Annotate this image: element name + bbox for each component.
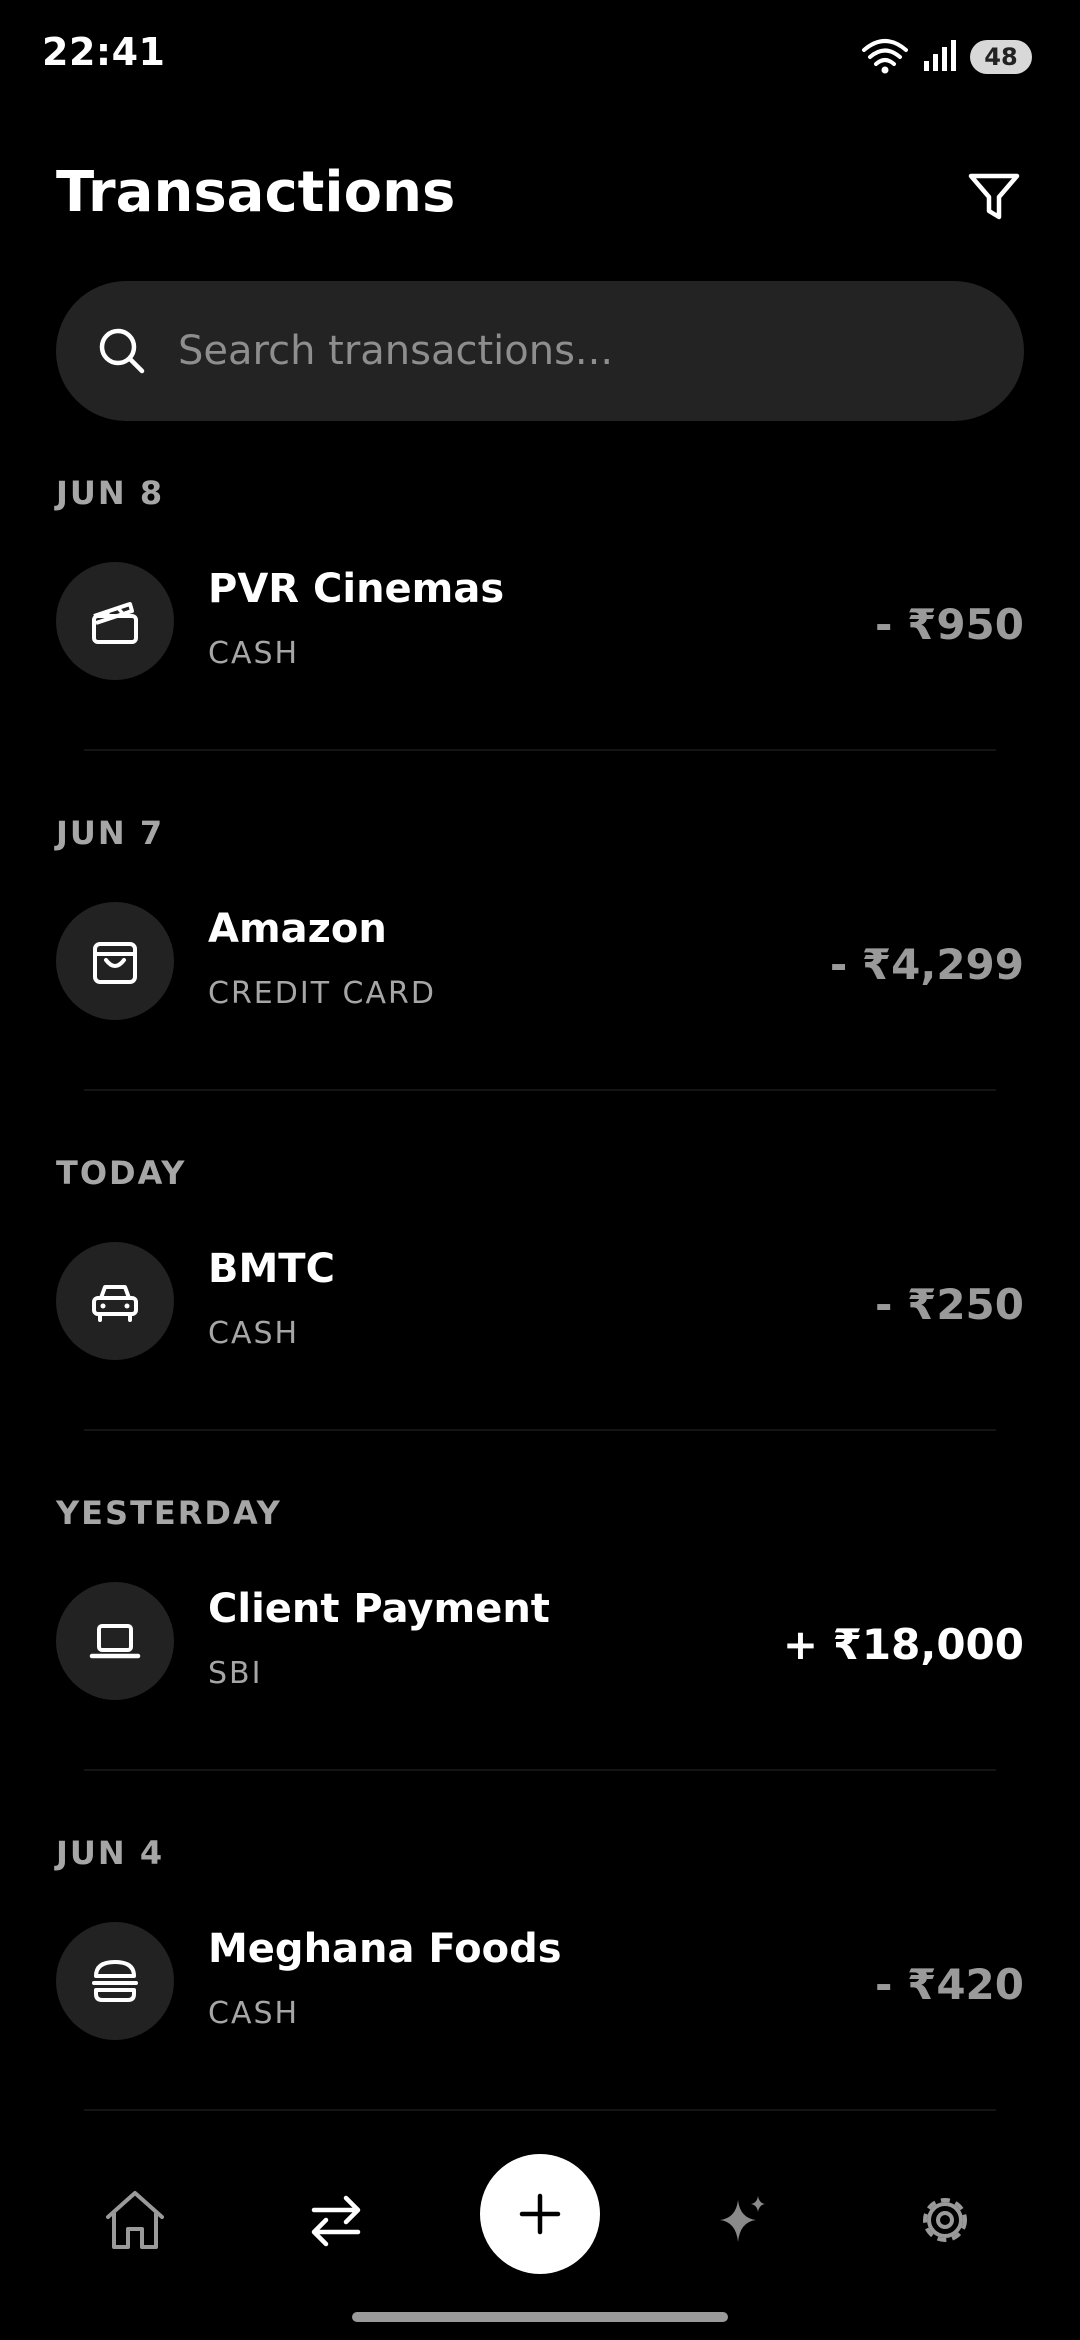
transaction-group: JUN 8 PVR Cinemas CASH - ₹950 — [56, 462, 1024, 802]
transaction-list: JUN 8 PVR Cinemas CASH - ₹950 JUN 7 Amaz… — [56, 462, 1024, 2162]
transaction-account: CASH — [208, 1316, 300, 1351]
car-icon — [56, 1242, 174, 1360]
search-input[interactable] — [176, 327, 994, 375]
bottom-navigation — [0, 2130, 1080, 2290]
transaction-row[interactable]: Amazon CREDIT CARD - ₹4,299 — [56, 902, 1024, 1040]
transaction-amount: - ₹250 — [875, 1280, 1024, 1329]
add-icon — [519, 2193, 561, 2235]
status-bar: 22:41 48 — [0, 0, 1080, 110]
nav-insights[interactable] — [702, 2180, 782, 2260]
wifi-icon — [860, 36, 910, 78]
sparkles-icon — [720, 2196, 765, 2242]
laptop-icon — [56, 1582, 174, 1700]
cellular-signal-icon — [922, 39, 958, 75]
group-date: JUN 7 — [56, 814, 165, 852]
transaction-amount: + ₹18,000 — [782, 1620, 1024, 1669]
transaction-row[interactable]: BMTC CASH - ₹250 — [56, 1242, 1024, 1380]
transaction-name: Client Payment — [208, 1586, 550, 1632]
transaction-group: JUN 4 Meghana Foods CASH - ₹420 — [56, 1822, 1024, 2162]
transaction-name: PVR Cinemas — [208, 566, 505, 612]
transaction-amount: - ₹420 — [875, 1960, 1024, 2009]
transaction-account: CASH — [208, 636, 300, 671]
search-bar[interactable] — [56, 281, 1024, 421]
clapperboard-icon — [56, 562, 174, 680]
add-transaction-button[interactable] — [480, 2154, 600, 2274]
group-date: JUN 8 — [56, 474, 165, 512]
transaction-row[interactable]: Meghana Foods CASH - ₹420 — [56, 1922, 1024, 2060]
page-title: Transactions — [56, 160, 456, 225]
nav-home[interactable] — [95, 2180, 175, 2260]
transaction-account: CREDIT CARD — [208, 976, 436, 1011]
nav-transactions[interactable] — [296, 2180, 376, 2260]
home-icon — [106, 2191, 164, 2249]
divider — [84, 1089, 996, 1091]
home-indicator[interactable] — [352, 2312, 728, 2322]
filter-button[interactable] — [964, 166, 1024, 226]
search-icon — [99, 328, 145, 374]
header: Transactions — [56, 150, 1024, 240]
nav-settings[interactable] — [905, 2180, 985, 2260]
settings-gear-icon — [923, 2198, 967, 2242]
transaction-amount: - ₹4,299 — [829, 940, 1024, 989]
filter-icon — [968, 173, 1020, 220]
shopping-bag-icon — [56, 902, 174, 1020]
transaction-account: CASH — [208, 1996, 300, 2031]
transfer-arrows-icon — [311, 2195, 361, 2247]
transaction-row[interactable]: PVR Cinemas CASH - ₹950 — [56, 562, 1024, 700]
battery-indicator: 48 — [970, 40, 1032, 74]
transaction-group: YESTERDAY Client Payment SBI + ₹18,000 — [56, 1482, 1024, 1822]
divider — [84, 1769, 996, 1771]
divider — [84, 749, 996, 751]
transaction-name: BMTC — [208, 1246, 335, 1292]
group-date: YESTERDAY — [56, 1494, 282, 1532]
transaction-group: TODAY BMTC CASH - ₹250 — [56, 1142, 1024, 1482]
status-time: 22:41 — [42, 30, 166, 74]
transaction-name: Meghana Foods — [208, 1926, 562, 1972]
transaction-row[interactable]: Client Payment SBI + ₹18,000 — [56, 1582, 1024, 1720]
status-icons: 48 — [860, 36, 1032, 78]
transaction-amount: - ₹950 — [875, 600, 1024, 649]
group-date: JUN 4 — [56, 1834, 165, 1872]
transaction-group: JUN 7 Amazon CREDIT CARD - ₹4,299 — [56, 802, 1024, 1142]
divider — [84, 1429, 996, 1431]
transaction-account: SBI — [208, 1656, 263, 1691]
group-date: TODAY — [56, 1154, 187, 1192]
burger-icon — [56, 1922, 174, 2040]
transaction-name: Amazon — [208, 906, 387, 952]
divider — [84, 2109, 996, 2111]
